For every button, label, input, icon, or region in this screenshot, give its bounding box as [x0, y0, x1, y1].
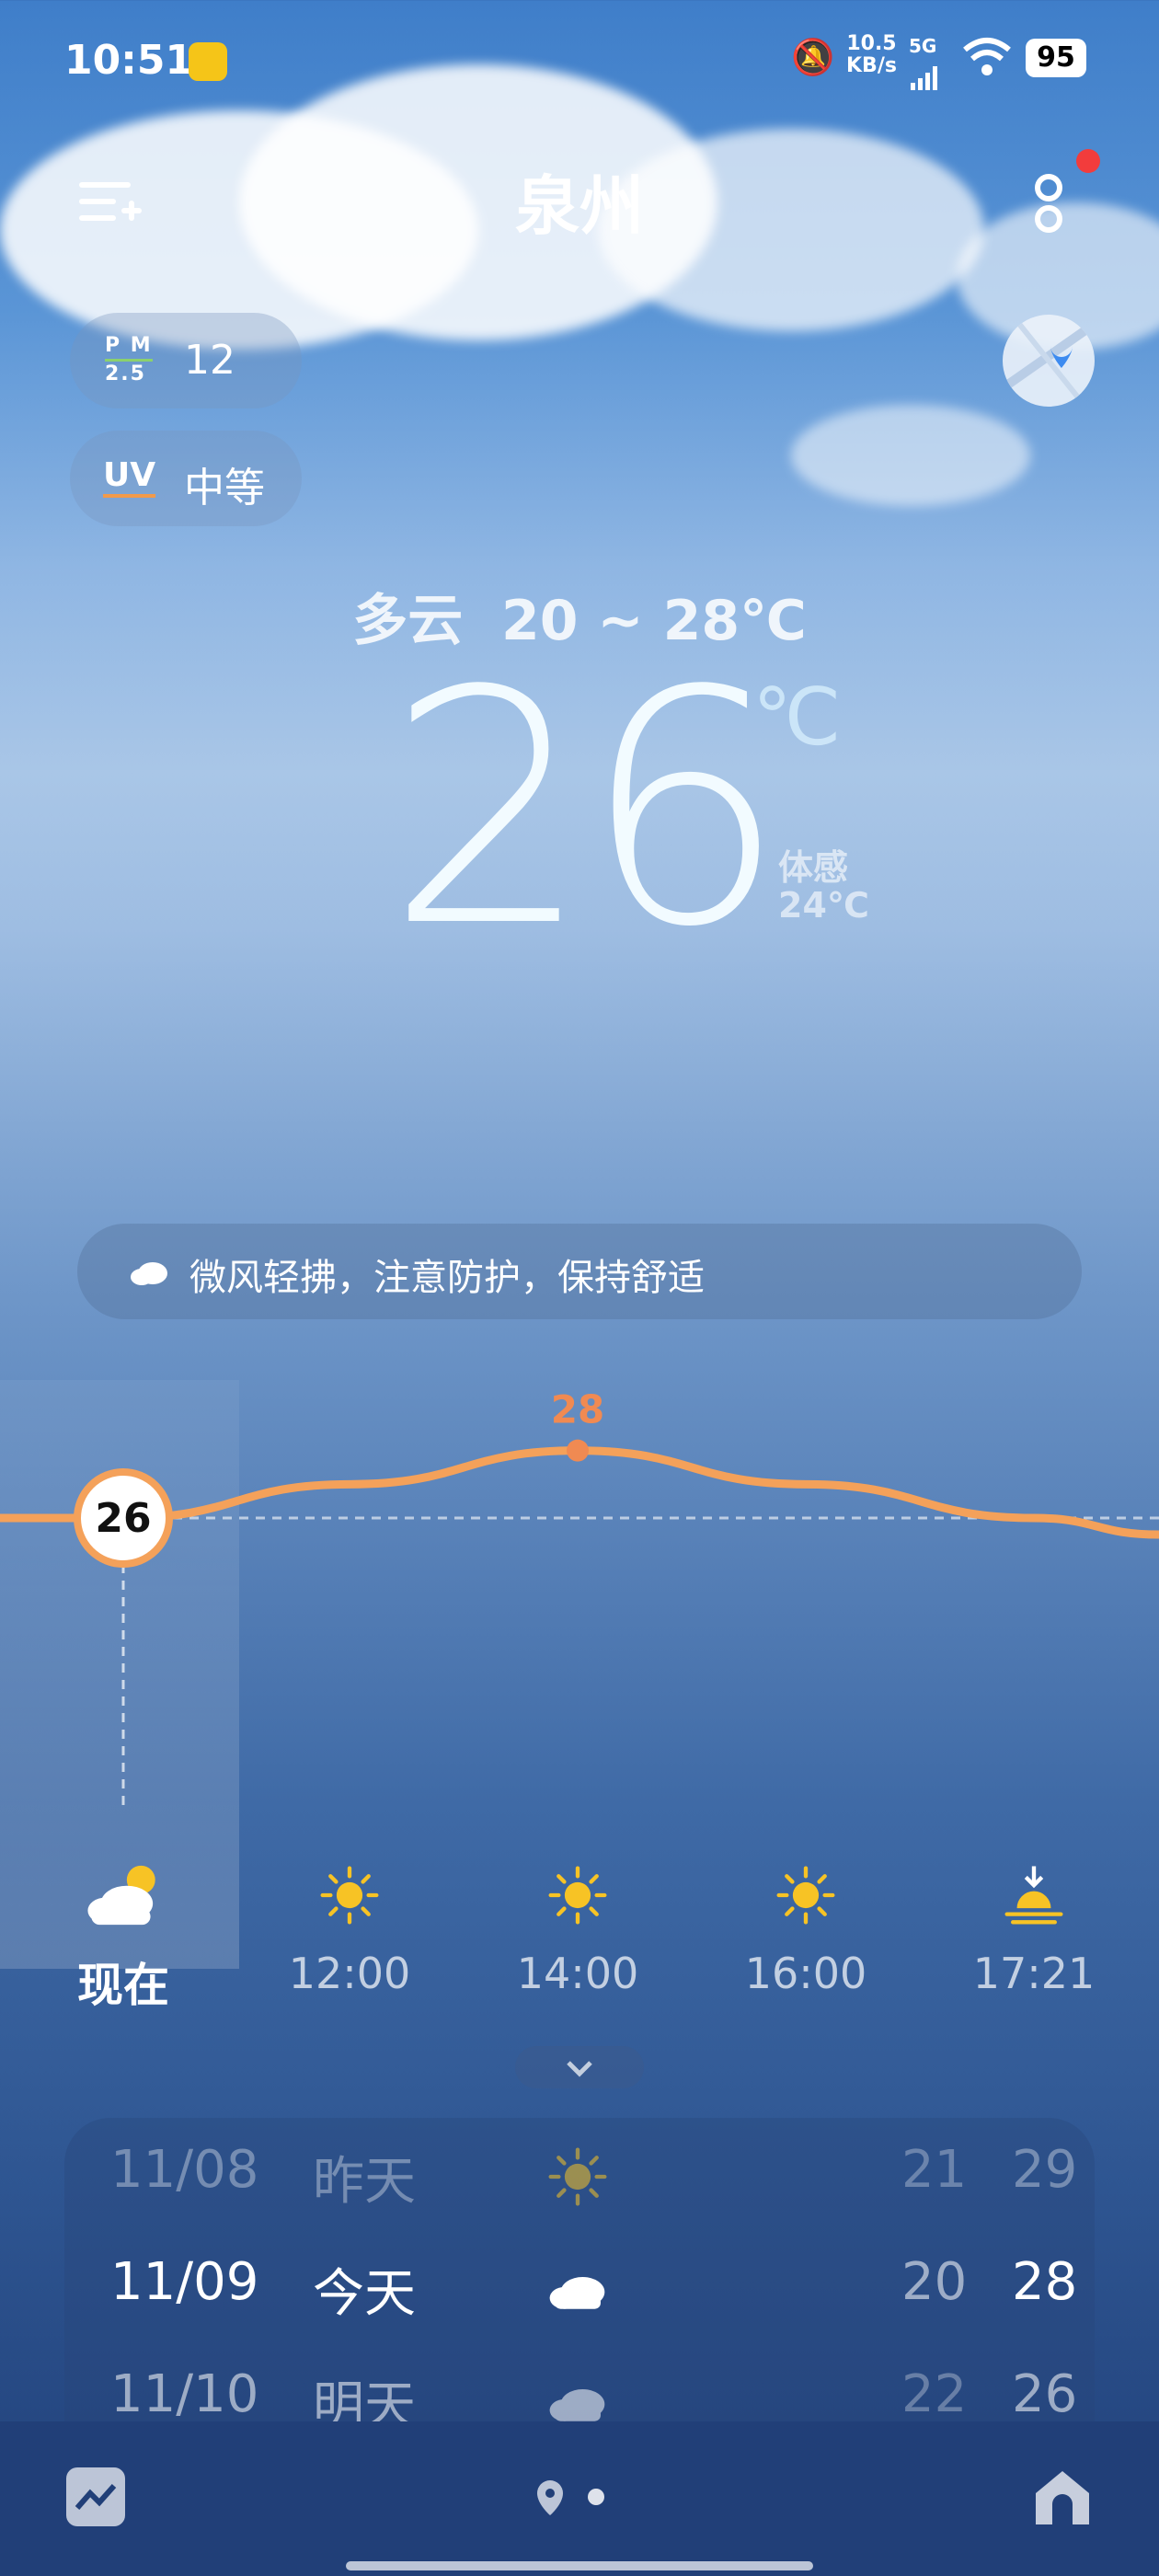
trend-button[interactable] — [66, 2467, 125, 2526]
partly-cloudy-icon — [87, 1865, 155, 1926]
city-manage-button[interactable] — [79, 177, 143, 228]
net-speed-unit: KB/s — [846, 54, 897, 77]
hourly-icon-wrap — [258, 1858, 442, 1932]
uv-pill[interactable]: UV 中等 — [70, 431, 302, 526]
pm25-label-top: P M — [105, 334, 153, 357]
daily-icon-wrap — [543, 2366, 613, 2421]
daily-high: 28 — [1012, 2252, 1078, 2312]
daily-day: 明天 — [313, 2376, 416, 2421]
max-temp-label: 28 — [551, 1387, 604, 1432]
max-temp-point — [567, 1439, 589, 1462]
weather-tip-banner[interactable]: 微风轻拂，注意防护，保持舒适 — [77, 1224, 1082, 1319]
daily-low: 22 — [901, 2364, 968, 2421]
chevron-down-icon — [567, 2061, 592, 2077]
pm25-label: P M 2.5 — [105, 335, 153, 385]
trend-chart-icon — [75, 2484, 117, 2510]
sun-icon — [548, 2147, 607, 2206]
bottom-nav — [0, 2421, 1159, 2576]
hourly-item: 14:00 — [486, 1858, 670, 1998]
hourly-item: 17:21 — [942, 1858, 1126, 1998]
feels-like-value: 24℃ — [778, 885, 869, 926]
uv-label: UV — [103, 456, 156, 498]
wifi-icon — [961, 37, 1013, 87]
sun-icon — [776, 1866, 835, 1925]
signal-icon — [911, 53, 938, 90]
net-speed: 10.5 KB/s — [846, 33, 897, 77]
pm25-value: 12 — [184, 337, 235, 384]
hourly-icon-wrap — [486, 1858, 670, 1932]
status-bar: 10:51 🔕 10.5 KB/s 5G 95 — [64, 33, 1095, 92]
daily-date: 11/09 — [110, 2252, 259, 2312]
tip-text: 微风轻拂，注意防护，保持舒适 — [189, 1257, 705, 1299]
hourly-icon-wrap — [714, 1858, 898, 1932]
daily-row[interactable]: 11/08 昨天 21 29 — [110, 2140, 1077, 2232]
cloud-icon — [549, 2276, 605, 2309]
city-title: 泉州 — [515, 168, 644, 244]
hourly-icon-wrap — [942, 1858, 1126, 1932]
sun-icon — [320, 1866, 379, 1925]
hourly-time: 16:00 — [744, 1949, 867, 1998]
daily-day: 昨天 — [313, 2152, 416, 2212]
daily-icon-wrap — [543, 2254, 613, 2337]
hourly-time: 14:00 — [516, 1949, 639, 1998]
hourly-temperature-chart: 28 26 — [0, 1387, 1159, 1812]
daily-low: 20 — [901, 2252, 968, 2312]
daily-forecast-panel: 11/08 昨天 21 29 11/09 今天 20 28 11/10 明天 22 26 — [64, 2118, 1095, 2421]
hourly-item: 16:00 — [714, 1858, 898, 1998]
mute-icon: 🔕 — [791, 37, 835, 77]
map-icon — [1003, 315, 1095, 407]
hourly-time: 17:21 — [972, 1949, 1096, 1998]
expand-forecast-button[interactable] — [515, 2046, 644, 2088]
pm25-pill[interactable]: P M 2.5 12 — [70, 313, 302, 408]
pm25-label-bottom: 2.5 — [105, 362, 146, 385]
more-icon — [1035, 174, 1062, 233]
feels-like-label: 体感 — [778, 847, 849, 888]
daily-day: 今天 — [313, 2264, 416, 2324]
cloud-icon — [129, 1255, 169, 1290]
hourly-icon-wrap — [31, 1858, 215, 1932]
pm25-quality-bar — [105, 359, 153, 362]
location-pin-icon — [537, 2480, 604, 2515]
current-temp-label: 26 — [95, 1495, 151, 1542]
daily-date: 11/08 — [110, 2140, 259, 2200]
daily-row[interactable]: 11/09 今天 20 28 — [110, 2252, 1077, 2344]
daily-row[interactable]: 11/10 明天 22 26 — [110, 2364, 1077, 2421]
daily-date: 11/10 — [110, 2364, 259, 2421]
cloud-icon — [549, 2388, 605, 2421]
daily-low: 21 — [901, 2140, 968, 2200]
sun-icon — [548, 1866, 607, 1925]
temperature-series-line — [0, 1446, 1159, 1539]
daily-high: 26 — [1012, 2364, 1078, 2421]
temp-unit: ℃ — [752, 672, 842, 764]
app-notification-icon — [189, 42, 227, 81]
battery-indicator: 95 — [1026, 39, 1086, 77]
hourly-time: 12:00 — [288, 1949, 411, 1998]
map-button[interactable] — [1003, 315, 1095, 407]
sunset-icon — [1004, 1866, 1063, 1925]
notification-dot — [1076, 149, 1100, 173]
net-speed-value: 10.5 — [846, 32, 897, 55]
more-options-button[interactable] — [1030, 149, 1100, 245]
home-icon — [1036, 2471, 1089, 2524]
uv-value: 中等 — [184, 465, 265, 512]
location-page-indicator[interactable] — [530, 2469, 640, 2524]
home-button[interactable] — [1030, 2466, 1095, 2530]
menu-add-icon — [79, 182, 142, 221]
daily-high: 29 — [1012, 2140, 1078, 2200]
hourly-item: 现在 — [31, 1858, 215, 2015]
status-time: 10:51 — [64, 37, 194, 84]
gesture-bar — [346, 2561, 813, 2570]
hourly-time: 现在 — [77, 1959, 169, 2012]
daily-icon-wrap — [543, 2142, 613, 2225]
current-temp: 26 — [386, 622, 786, 997]
hourly-item: 12:00 — [258, 1858, 442, 1998]
